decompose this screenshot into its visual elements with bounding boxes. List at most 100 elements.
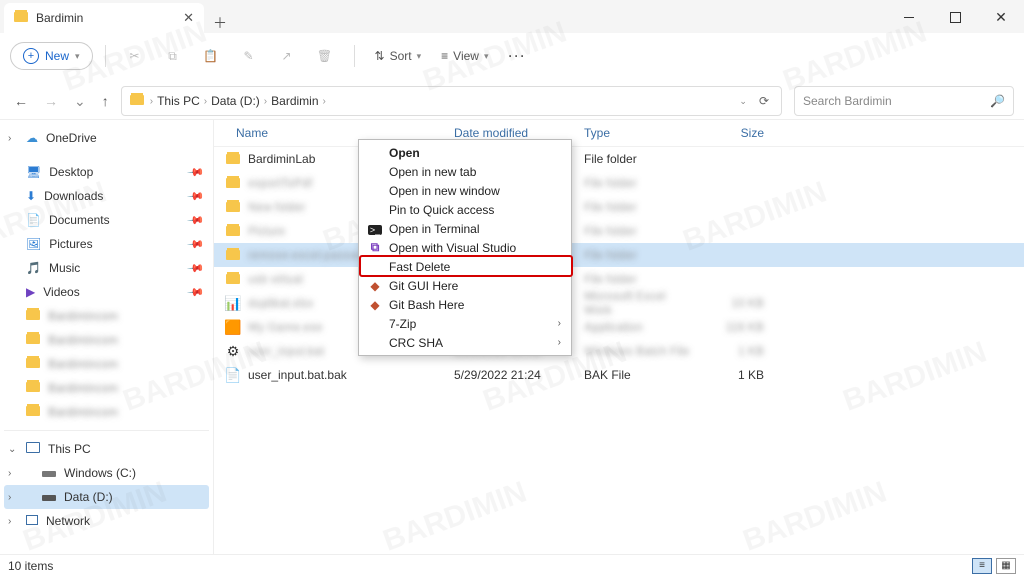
chevron-right-icon[interactable]: › bbox=[8, 516, 11, 527]
sidebar-item-blurred[interactable]: Bardimincom bbox=[4, 376, 209, 400]
sidebar-item-blurred[interactable]: Bardimincom bbox=[4, 352, 209, 376]
sidebar-item-documents[interactable]: 📄Documents📌 bbox=[4, 208, 209, 232]
chevron-right-icon: › bbox=[558, 318, 561, 329]
file-row[interactable]: remove-excel-passwordFile folder bbox=[214, 243, 1024, 267]
context-menu-item[interactable]: 7-Zip › bbox=[361, 314, 569, 333]
chevron-right-icon[interactable]: › bbox=[8, 133, 11, 144]
folder-icon bbox=[26, 357, 40, 371]
sidebar-item-blurred[interactable]: Bardimincom bbox=[4, 400, 209, 424]
file-icon bbox=[224, 151, 242, 167]
breadcrumb[interactable]: › This PC › Data (D:) › Bardimin › ⌄ ⟳ bbox=[121, 86, 782, 116]
maximize-button[interactable] bbox=[932, 1, 978, 33]
col-type[interactable]: Type bbox=[584, 126, 694, 140]
share-icon[interactable]: ↗ bbox=[270, 41, 304, 71]
sidebar-drive[interactable]: ›Data (D:) bbox=[4, 485, 209, 509]
file-size: 10 KB bbox=[694, 296, 764, 310]
context-menu-item[interactable]: ⧉Open with Visual Studio bbox=[361, 238, 569, 257]
breadcrumb-drive[interactable]: Data (D:) bbox=[211, 94, 260, 108]
chevron-right-icon: › bbox=[204, 96, 207, 107]
file-icon bbox=[224, 247, 242, 263]
sidebar-item-desktop[interactable]: 🖥Desktop📌 bbox=[4, 160, 209, 184]
context-menu-item[interactable]: Open in new tab bbox=[361, 162, 569, 181]
file-row[interactable]: 🟧My Game.exeApplication116 KB bbox=[214, 315, 1024, 339]
col-date[interactable]: Date modified bbox=[454, 126, 584, 140]
copy-icon[interactable]: ⧉ bbox=[156, 41, 190, 71]
sidebar-onedrive[interactable]: › ☁ OneDrive bbox=[4, 126, 209, 150]
context-menu-item[interactable]: Fast Delete bbox=[361, 257, 569, 276]
context-menu-item[interactable]: CRC SHA› bbox=[361, 333, 569, 352]
context-menu-item[interactable]: Open bbox=[361, 143, 569, 162]
breadcrumb-thispc[interactable]: This PC bbox=[157, 94, 200, 108]
breadcrumb-folder[interactable]: Bardimin bbox=[271, 94, 318, 108]
sidebar-item-blurred[interactable]: Bardimincom bbox=[4, 328, 209, 352]
context-menu-item[interactable]: ◆Git Bash Here bbox=[361, 295, 569, 314]
sidebar-item-blurred[interactable]: Bardimincom bbox=[4, 304, 209, 328]
details-view-toggle[interactable]: ≡ bbox=[972, 558, 992, 574]
chevron-right-icon[interactable]: › bbox=[8, 492, 11, 503]
chevron-down-icon: ▾ bbox=[75, 51, 80, 62]
file-row[interactable]: 📄user_input.bat.bak5/29/2022 21:24BAK Fi… bbox=[214, 363, 1024, 387]
file-row[interactable]: BardiminLabFile folder bbox=[214, 147, 1024, 171]
sort-button[interactable]: ⇅ Sort ▾ bbox=[367, 45, 430, 67]
pin-icon: 📌 bbox=[187, 187, 206, 206]
sidebar-label: Downloads bbox=[44, 189, 103, 203]
sidebar-item-music[interactable]: 🎵Music📌 bbox=[4, 256, 209, 280]
cut-icon[interactable]: ✂ bbox=[118, 41, 152, 71]
sidebar-item-videos[interactable]: ▶Videos📌 bbox=[4, 280, 209, 304]
context-menu-label: 7-Zip bbox=[389, 317, 416, 331]
col-name[interactable]: Name bbox=[224, 126, 454, 140]
file-row[interactable]: PictureFile folder bbox=[214, 219, 1024, 243]
more-button[interactable]: ··· bbox=[501, 45, 535, 67]
file-type: File folder bbox=[584, 272, 694, 286]
file-icon: 📊 bbox=[224, 295, 242, 312]
tab-close-icon[interactable]: ✕ bbox=[183, 10, 194, 26]
chevron-right-icon[interactable]: › bbox=[8, 468, 11, 479]
minimize-button[interactable] bbox=[886, 1, 932, 33]
sidebar-item-pictures[interactable]: 🖼Pictures📌 bbox=[4, 232, 209, 256]
network-icon bbox=[26, 514, 38, 528]
icons-view-toggle[interactable]: ▦ bbox=[996, 558, 1016, 574]
file-type: BAK File bbox=[584, 368, 694, 382]
folder-icon bbox=[26, 333, 40, 347]
plus-icon: + bbox=[23, 48, 39, 64]
chevron-down-icon[interactable]: ⌄ bbox=[8, 444, 16, 455]
paste-icon[interactable]: 📋 bbox=[194, 41, 228, 71]
context-menu-item[interactable]: ◆Git GUI Here bbox=[361, 276, 569, 295]
new-button[interactable]: + New ▾ bbox=[10, 42, 93, 70]
file-row[interactable]: usb virtualFile folder bbox=[214, 267, 1024, 291]
col-size[interactable]: Size bbox=[694, 126, 764, 140]
breadcrumb-dropdown-icon[interactable]: ⌄ bbox=[739, 96, 747, 107]
pin-icon: 📌 bbox=[187, 235, 206, 254]
recent-chevron-icon[interactable]: ⌄ bbox=[74, 93, 86, 110]
view-button[interactable]: ≡ View ▾ bbox=[433, 45, 496, 67]
sidebar-item-downloads[interactable]: ⬇Downloads📌 bbox=[4, 184, 209, 208]
file-row[interactable]: ⚙user_input.bat5/29/2022 20:45Windows Ba… bbox=[214, 339, 1024, 363]
sidebar-network[interactable]: › Network bbox=[4, 509, 209, 533]
context-menu-item[interactable]: >_Open in Terminal bbox=[361, 219, 569, 238]
chevron-right-icon: › bbox=[323, 96, 326, 107]
desktop-icon: 🖥 bbox=[26, 165, 41, 179]
refresh-icon[interactable]: ⟳ bbox=[759, 94, 769, 108]
context-menu-item[interactable]: Open in new window bbox=[361, 181, 569, 200]
back-button[interactable]: ← bbox=[14, 93, 28, 109]
file-row[interactable]: exportToPdfFile folder bbox=[214, 171, 1024, 195]
active-tab[interactable]: Bardimin ✕ bbox=[4, 3, 204, 33]
up-button[interactable]: ↑ bbox=[102, 93, 109, 109]
column-headers[interactable]: Name Date modified Type Size bbox=[214, 120, 1024, 147]
search-input[interactable]: Search Bardimin 🔍 bbox=[794, 86, 1014, 116]
sidebar-drive[interactable]: ›Windows (C:) bbox=[4, 461, 209, 485]
file-row[interactable]: New folderFile folder bbox=[214, 195, 1024, 219]
tab-title: Bardimin bbox=[36, 11, 83, 25]
sidebar-thispc[interactable]: ⌄ This PC bbox=[4, 437, 209, 461]
file-icon bbox=[224, 199, 242, 215]
new-tab-button[interactable]: ＋ bbox=[204, 13, 236, 33]
sidebar: › ☁ OneDrive 🖥Desktop📌⬇Downloads📌📄Docume… bbox=[0, 120, 214, 554]
forward-button[interactable]: → bbox=[44, 93, 58, 109]
file-row[interactable]: 📊duplikat.xlsxMicrosoft Excel Work10 KB bbox=[214, 291, 1024, 315]
chevron-right-icon: › bbox=[150, 96, 153, 107]
context-menu-item[interactable]: Pin to Quick access bbox=[361, 200, 569, 219]
file-type: File folder bbox=[584, 200, 694, 214]
delete-icon[interactable]: 🗑 bbox=[308, 41, 342, 71]
rename-icon[interactable]: ✎ bbox=[232, 41, 266, 71]
close-window-button[interactable]: ✕ bbox=[978, 1, 1024, 33]
